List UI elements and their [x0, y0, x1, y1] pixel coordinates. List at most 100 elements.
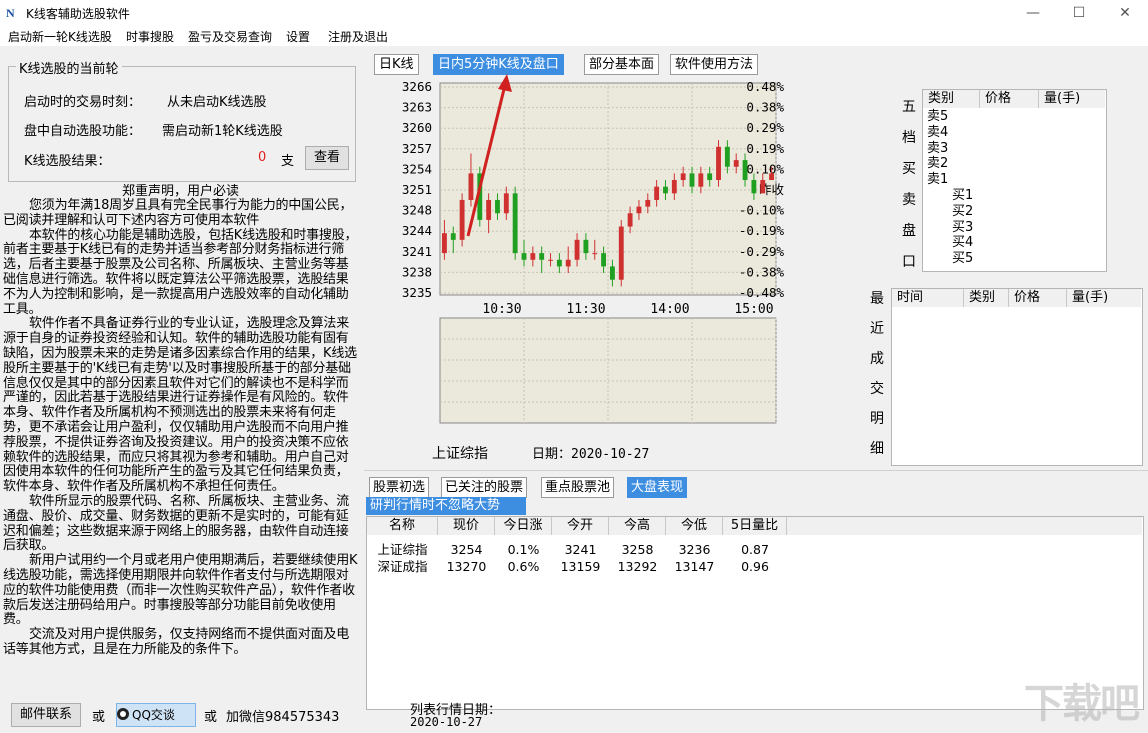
- disclaimer-paragraph: 本软件的核心功能是辅助选股，包括K线选股和时事搜股，前者主要基于K线已有的走势并…: [3, 229, 358, 318]
- tab-usage-guide[interactable]: 软件使用方法: [670, 54, 758, 75]
- candle-body: [575, 240, 580, 260]
- mt-cell: 3241: [552, 541, 609, 558]
- mt-cell: 13270: [438, 558, 495, 575]
- minimize-button[interactable]: —: [1010, 0, 1056, 26]
- panel-divider: [364, 470, 1148, 471]
- candle-body: [583, 240, 588, 253]
- ob-buy-level: 买3: [923, 220, 973, 236]
- mt-cell: 0.1%: [495, 541, 552, 558]
- candle-body: [548, 260, 553, 261]
- menu-news-search[interactable]: 时事搜股: [126, 28, 174, 45]
- mt-cell: 0.87: [723, 541, 787, 558]
- side-char: 五: [902, 96, 916, 116]
- qq-chat-button[interactable]: QQ交谈: [116, 703, 196, 727]
- qq-icon: [117, 708, 129, 720]
- start-time-label: 启动时的交易时刻：: [24, 91, 141, 110]
- rt-header-volume: 量(手): [1067, 289, 1141, 307]
- y-pct-tick-label: 0.38%: [746, 100, 784, 115]
- y-tick-label: 3263: [402, 100, 432, 115]
- disclaimer-paragraph: 您须为年满18周岁且具有完全民事行为能力的中国公民，已阅读并理解和认可下述内容方…: [3, 199, 358, 229]
- x-tick-label: 14:00: [650, 302, 689, 317]
- auto-select-value: 需启动新1轮K线选股: [162, 120, 283, 139]
- order-book-table: 类别 价格 量(手) 卖5 卖4 卖3 卖2 卖1 买1 买2 买3 买4 买5: [922, 89, 1107, 272]
- candle-body: [663, 187, 668, 194]
- candle-body: [628, 213, 633, 226]
- side-char: 近: [870, 318, 884, 338]
- candle-body: [610, 266, 615, 279]
- mt-cell: 0.96: [723, 558, 787, 575]
- y-tick-label: 3251: [402, 182, 432, 197]
- tab-fundamentals[interactable]: 部分基本面: [584, 54, 659, 75]
- recent-trades-table: 时间 类别 价格 量(手): [891, 288, 1143, 466]
- tab-market-performance[interactable]: 大盘表现: [627, 477, 687, 498]
- candle-body: [592, 253, 597, 254]
- candle-body: [460, 200, 465, 240]
- candle-body: [486, 200, 491, 220]
- menu-start-selection[interactable]: 启动新一轮K线选股: [8, 28, 112, 45]
- candle-body: [760, 180, 765, 193]
- mt-cell: 13292: [609, 558, 666, 575]
- candle-body: [451, 233, 456, 240]
- wechat-contact: 加微信984575343: [226, 706, 339, 725]
- y-tick-label: 3238: [402, 264, 432, 279]
- side-char: 口: [902, 251, 916, 271]
- y-tick-label: 3254: [402, 161, 432, 176]
- menu-settings[interactable]: 设置: [286, 28, 310, 45]
- watermark-logo: 下载吧: [1024, 671, 1138, 729]
- title-bar: [0, 0, 1148, 27]
- tab-daily-kline[interactable]: 日K线: [374, 54, 419, 75]
- email-contact-button[interactable]: 邮件联系: [11, 703, 81, 727]
- menu-register-exit[interactable]: 注册及退出: [328, 28, 388, 45]
- candle-body: [645, 200, 650, 207]
- mt-header-high: 今高: [609, 517, 666, 535]
- mt-cell: 0.6%: [495, 558, 552, 575]
- disclaimer-paragraph: 交流及对用户提供服务，仅支持网络而不提供面对面及电话等其他方式，且是在力所能及的…: [3, 628, 358, 658]
- candle-body: [698, 173, 703, 186]
- result-label: K线选股结果：: [24, 150, 111, 169]
- result-count: 0: [258, 150, 266, 165]
- tab-initial-selection[interactable]: 股票初选: [369, 477, 429, 498]
- x-tick-label: 15:00: [734, 302, 773, 317]
- candle-body: [530, 253, 535, 260]
- disclaimer-paragraph: 新用户试用约一个月或老用户使用期满后，若要继续使用K线选股功能，需选择使用期限并…: [3, 554, 358, 628]
- tab-intraday-kline[interactable]: 日内5分钟K线及盘口: [433, 54, 564, 75]
- y-pct-tick-label: 0.29%: [746, 120, 784, 135]
- side-char: 明: [870, 408, 884, 428]
- side-char: 档: [902, 127, 916, 147]
- selection-group-title: K线选股的当前轮: [16, 58, 122, 77]
- disclaimer-body: 您须为年满18周岁且具有完全民事行为能力的中国公民，已阅读并理解和认可下述内容方…: [3, 199, 358, 658]
- candle-body: [769, 173, 774, 180]
- menu-profit-query[interactable]: 盈亏及交易查询: [188, 28, 272, 45]
- qq-chat-label: QQ交谈: [132, 708, 175, 722]
- ob-buy-level: 买1: [923, 188, 973, 204]
- query-button[interactable]: 查看: [305, 146, 349, 170]
- side-char: 盘: [902, 220, 916, 240]
- y-tick-label: 3244: [402, 223, 432, 238]
- mt-cell: 3258: [609, 541, 666, 558]
- close-button[interactable]: ✕: [1102, 0, 1148, 26]
- disclaimer-title: 郑重声明，用户必读: [3, 184, 358, 199]
- maximize-button[interactable]: ☐: [1056, 0, 1102, 26]
- mt-cell: 13147: [666, 558, 723, 575]
- y-pct-tick-label: 0.10%: [746, 161, 784, 176]
- tab-watched-stocks[interactable]: 已关注的股票: [441, 477, 527, 498]
- ob-header-type: 类别: [923, 90, 980, 108]
- y-pct-tick-label: -0.38%: [739, 264, 785, 279]
- mt-cell: 深证成指: [367, 558, 438, 575]
- side-char: 最: [870, 288, 884, 308]
- ob-sell-level: 卖5: [923, 109, 973, 125]
- ob-sell-level: 卖4: [923, 125, 973, 141]
- mt-header-change: 今日涨: [495, 517, 552, 535]
- ob-sell-level: 卖3: [923, 141, 973, 157]
- candle-body: [743, 160, 748, 180]
- tab-key-stock-pool[interactable]: 重点股票池: [541, 477, 614, 498]
- auto-select-label: 盘中自动选股功能：: [24, 120, 141, 139]
- list-date-value: 2020-10-27: [410, 715, 482, 729]
- mt-cell: 13159: [552, 558, 609, 575]
- rt-header-time: 时间: [892, 289, 964, 307]
- side-char: 细: [870, 438, 884, 458]
- result-unit: 支: [281, 150, 294, 169]
- ob-buy-level: 买4: [923, 235, 973, 251]
- candle-body: [716, 147, 721, 180]
- candle-body: [751, 180, 756, 193]
